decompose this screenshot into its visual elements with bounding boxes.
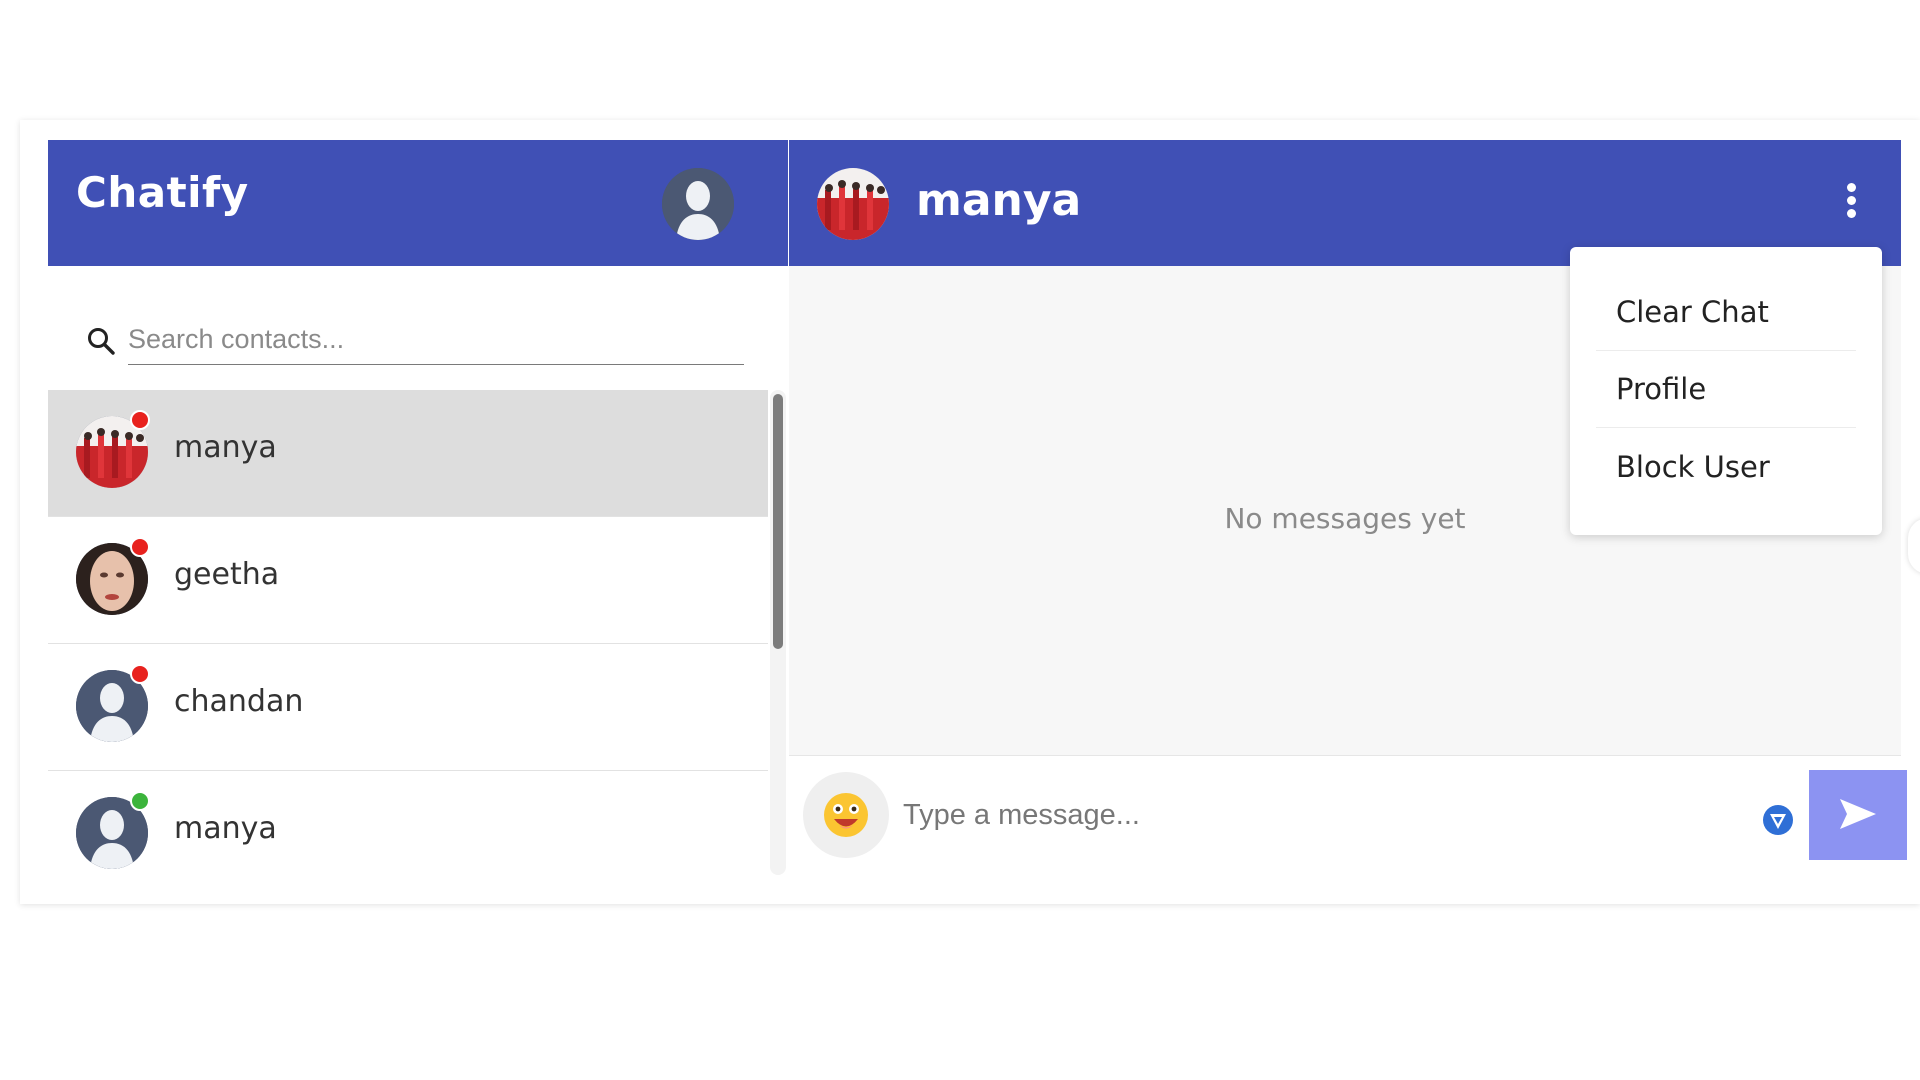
sidebar: Chatify Search contacts... manya geetha … [48,140,788,875]
default-user-icon [662,168,734,240]
status-dot-offline [130,664,150,684]
current-user-avatar[interactable] [662,168,734,240]
send-button[interactable] [1809,770,1907,860]
search-icon [88,328,115,355]
menu-item-profile[interactable]: Profile [1596,351,1856,428]
send-icon [1840,798,1876,829]
contact-list: manya geetha chandan manya [48,390,768,875]
status-dot-offline [130,537,150,557]
menu-item-block-user[interactable]: Block User [1596,429,1856,506]
menu-item-clear-chat[interactable]: Clear Chat [1596,274,1856,351]
search-bar [86,310,746,366]
options-menu: Clear Chat Profile Block User [1570,247,1882,535]
chat-contact-avatar[interactable] [817,168,889,240]
message-input[interactable] [901,786,1725,844]
search-input[interactable] [128,314,744,365]
contact-item[interactable]: geetha [48,517,768,644]
status-dot-offline [130,410,150,430]
contact-item[interactable]: manya [48,771,768,875]
group-photo-icon [817,168,889,240]
contact-name: manya [174,811,277,846]
sidebar-header: Chatify [48,140,788,266]
status-dot-online [130,791,150,811]
emoji-button[interactable] [803,772,889,858]
scrollbar-thumb[interactable] [773,394,783,649]
contact-name: manya [174,430,277,465]
app-brand: Chatify [76,168,249,217]
message-composer [789,755,1907,876]
chat-contact-name: manya [916,175,1082,226]
extension-icon[interactable] [1761,803,1795,837]
more-options-icon[interactable] [1839,180,1863,228]
contact-item[interactable]: manya [48,390,768,517]
contact-name: chandan [174,684,304,719]
contact-item[interactable]: chandan [48,644,768,771]
contact-list-scrollbar[interactable] [770,390,786,875]
contact-name: geetha [174,557,280,592]
emoji-icon [824,793,868,837]
